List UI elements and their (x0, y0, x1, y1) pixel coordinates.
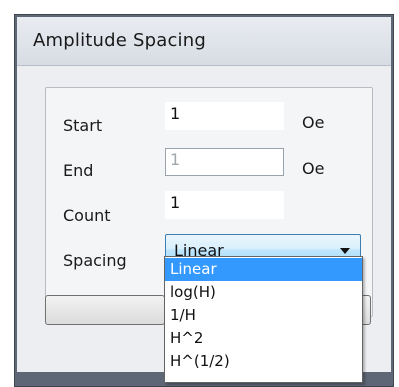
chevron-down-icon (340, 248, 350, 254)
start-input[interactable]: 1 (165, 102, 284, 130)
spacing-dropdown-list: Linear log(H) 1/H H^2 H^(1/2) (164, 256, 363, 383)
spacing-option-h-squared[interactable]: H^2 (165, 327, 362, 350)
count-label: Count (63, 206, 111, 225)
start-unit-label: Oe (302, 113, 325, 132)
spacing-label: Spacing (63, 251, 127, 270)
count-input[interactable]: 1 (165, 191, 284, 219)
start-label: Start (63, 116, 103, 135)
spacing-option-log-h[interactable]: log(H) (165, 281, 362, 304)
amplitude-spacing-dialog: Amplitude Spacing Start 1 Oe End 1 Oe Co… (14, 14, 394, 387)
end-label: End (63, 161, 94, 180)
ok-button[interactable] (45, 295, 165, 325)
end-input[interactable]: 1 (165, 148, 284, 176)
dialog-title: Amplitude Spacing (33, 30, 206, 51)
screen: Amplitude Spacing Start 1 Oe End 1 Oe Co… (0, 0, 399, 387)
spacing-option-inverse-h[interactable]: 1/H (165, 304, 362, 327)
spacing-option-h-sqrt[interactable]: H^(1/2) (165, 350, 362, 373)
dialog-title-bar[interactable]: Amplitude Spacing (17, 17, 391, 66)
end-unit-label: Oe (302, 159, 325, 178)
spacing-option-linear[interactable]: Linear (165, 258, 362, 281)
